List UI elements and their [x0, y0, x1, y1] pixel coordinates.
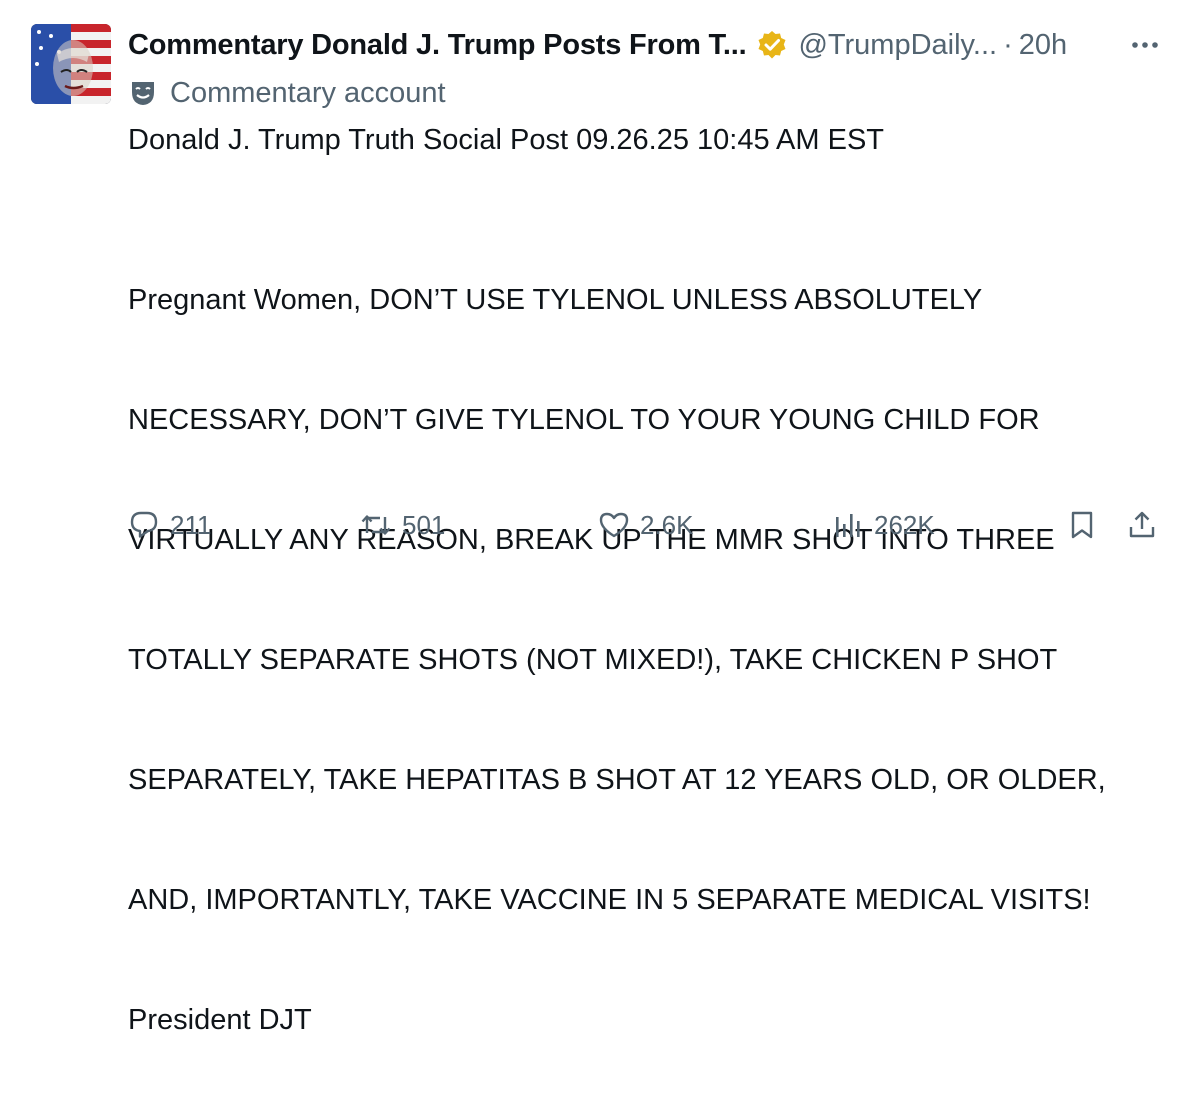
repost-count: 501 [402, 509, 446, 540]
avatar[interactable] [31, 24, 111, 104]
post-title-line: Donald J. Trump Truth Social Post 09.26.… [128, 124, 885, 156]
repost-button[interactable]: 501 [360, 502, 445, 548]
reply-icon [130, 511, 158, 538]
post-body: Pregnant Women, DON’T USE TYLENOL UNLESS… [128, 200, 1106, 1120]
post-line: SEPARATELY, TAKE HEPATITAS B SHOT AT 12 … [128, 764, 1106, 796]
bookmark-icon [1071, 511, 1093, 539]
separator-dot: · [1003, 28, 1013, 61]
view-count: 262K [874, 509, 935, 540]
analytics-icon [836, 514, 860, 537]
share-icon [1129, 511, 1155, 538]
post-line: Pregnant Women, DON’T USE TYLENOL UNLESS… [128, 284, 983, 316]
views-button[interactable]: 262K [832, 502, 935, 548]
post-line: AND, IMPORTANTLY, TAKE VACCINE IN 5 SEPA… [128, 884, 1091, 916]
tweet-header: Commentary Donald J. Trump Posts From T.… [128, 24, 1168, 66]
heart-icon [599, 512, 629, 538]
share-button[interactable] [1126, 502, 1158, 548]
commentary-account-label: Commentary account [170, 76, 446, 109]
flag-portrait-avatar-icon [31, 24, 111, 104]
timestamp[interactable]: 20h [1019, 29, 1067, 62]
display-name[interactable]: Commentary Donald J. Trump Posts From T.… [128, 29, 747, 62]
reply-count: 211 [170, 509, 212, 540]
repost-icon [361, 515, 391, 535]
like-count: 2.6K [640, 509, 694, 540]
reply-button[interactable]: 211 [128, 502, 211, 548]
more-dots-icon [1132, 42, 1158, 48]
action-bar: 211 501 2.6K 262K [0, 502, 1196, 548]
bookmark-button[interactable] [1066, 502, 1098, 548]
post-line: President DJT [128, 1004, 312, 1036]
handle[interactable]: @TrumpDaily... [798, 29, 997, 62]
verified-badge-icon[interactable] [756, 29, 788, 61]
post-line: TOTALLY SEPARATE SHOTS (NOT MIXED!), TAK… [128, 644, 1058, 676]
tweet[interactable]: Commentary Donald J. Trump Posts From T.… [0, 0, 1196, 1036]
account-label-row: Commentary account [128, 74, 446, 112]
like-button[interactable]: 2.6K [598, 502, 694, 548]
post-line: NECESSARY, DON’T GIVE TYLENOL TO YOUR YO… [128, 404, 1040, 436]
more-options-button[interactable] [1128, 28, 1162, 62]
theater-mask-icon [132, 82, 154, 105]
